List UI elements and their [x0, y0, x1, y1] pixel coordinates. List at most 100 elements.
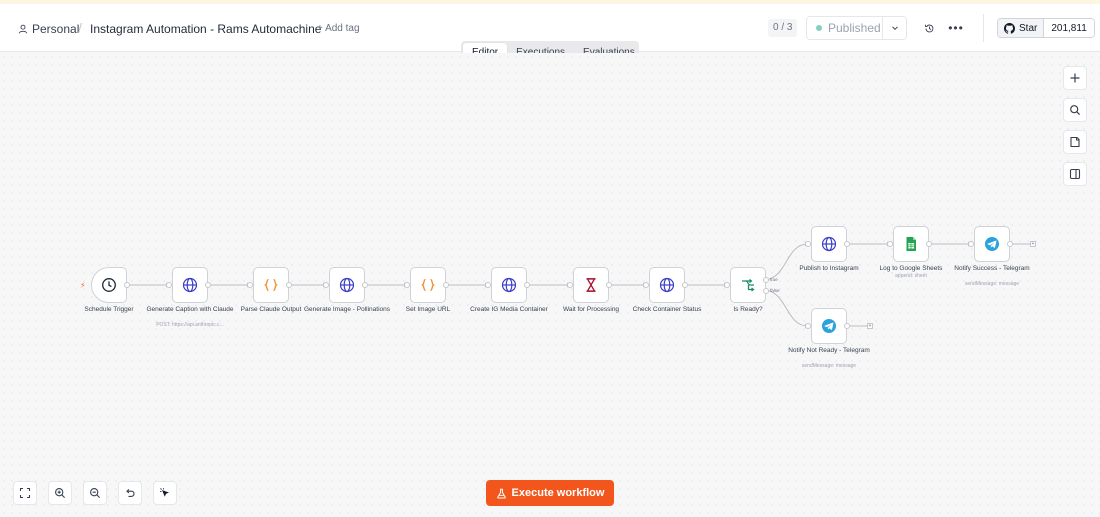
branch-icon	[742, 279, 755, 292]
step-counter[interactable]: 0 / 3	[768, 19, 798, 37]
chevron-down-icon[interactable]	[882, 17, 906, 39]
toggle-panel-button[interactable]	[1063, 162, 1087, 186]
node-set-image-url[interactable]	[410, 267, 446, 303]
branch-label-false: false	[770, 288, 780, 293]
telegram-icon	[985, 237, 999, 251]
input-port[interactable]	[805, 241, 811, 247]
output-port[interactable]	[524, 282, 530, 288]
status-dot	[816, 25, 822, 31]
undo-icon	[126, 489, 135, 497]
zoom-in-button[interactable]	[48, 481, 72, 505]
input-port[interactable]	[166, 282, 172, 288]
github-star-label: Star	[1019, 22, 1038, 34]
trigger-bolt-icon: ⚡	[80, 281, 86, 290]
header-divider	[983, 14, 984, 42]
node-schedule-trigger[interactable]	[91, 267, 127, 303]
github-star: Star	[998, 19, 1044, 37]
output-port[interactable]	[205, 282, 211, 288]
input-port[interactable]	[323, 282, 329, 288]
add-node-plus-icon[interactable]: +	[1030, 241, 1036, 247]
github-star-button[interactable]: Star 201,811	[997, 18, 1095, 38]
zoom-out-icon	[90, 488, 100, 498]
node-label: Schedule Trigger	[84, 306, 134, 313]
magic-cursor-icon	[160, 488, 169, 497]
output-port[interactable]	[844, 241, 850, 247]
input-port[interactable]	[404, 282, 410, 288]
user-icon	[18, 24, 28, 34]
node-parse-claude-output[interactable]	[253, 267, 289, 303]
hourglass-icon	[586, 278, 596, 292]
globe-icon	[501, 277, 517, 293]
top-accent-strip	[0, 0, 1100, 4]
zoom-out-button[interactable]	[83, 481, 107, 505]
history-icon[interactable]	[920, 19, 938, 37]
node-notify-not-ready-telegram[interactable]	[811, 308, 847, 344]
node-label: Publish to Instagram	[799, 265, 859, 272]
input-port[interactable]	[643, 282, 649, 288]
telegram-icon	[822, 319, 836, 333]
node-label: Create IG Media Container	[470, 306, 548, 313]
false-output-port[interactable]	[763, 288, 769, 294]
node-label: Generate Caption with Claude	[146, 306, 234, 313]
true-output-port[interactable]	[763, 277, 769, 283]
project-name: Personal	[32, 22, 80, 36]
input-port[interactable]	[724, 282, 730, 288]
input-port[interactable]	[567, 282, 573, 288]
breadcrumb-project[interactable]: Personal	[18, 22, 79, 36]
clock-icon	[102, 278, 116, 292]
execute-workflow-label: Execute workflow	[511, 487, 605, 499]
reset-zoom-button[interactable]	[118, 481, 142, 505]
globe-icon	[182, 277, 198, 293]
output-port[interactable]	[926, 241, 932, 247]
zoom-to-fit-button[interactable]	[13, 481, 37, 505]
github-star-count: 201,811	[1043, 19, 1094, 37]
add-node-button[interactable]	[1063, 66, 1087, 90]
input-port[interactable]	[805, 323, 811, 329]
sticky-note-button[interactable]	[1063, 130, 1087, 154]
output-port[interactable]	[124, 282, 130, 288]
add-node-plus-icon[interactable]: +	[867, 323, 873, 329]
node-subtitle: sendMessage: message	[964, 281, 1020, 287]
output-port[interactable]	[362, 282, 368, 288]
node-notify-success-telegram[interactable]	[974, 226, 1010, 262]
node-subtitle: append: sheet	[895, 273, 927, 279]
tidy-up-button[interactable]	[153, 481, 177, 505]
input-port[interactable]	[247, 282, 253, 288]
node-generate-caption[interactable]	[172, 267, 208, 303]
node-wait-for-processing[interactable]	[573, 267, 609, 303]
node-generate-image[interactable]	[329, 267, 365, 303]
google-sheets-icon	[906, 237, 916, 251]
output-port[interactable]	[1007, 241, 1013, 247]
output-port[interactable]	[682, 282, 688, 288]
node-log-to-google-sheets[interactable]	[893, 226, 929, 262]
node-create-ig-media-container[interactable]	[491, 267, 527, 303]
branch-label-true: true	[770, 277, 778, 282]
input-port[interactable]	[887, 241, 893, 247]
node-is-ready[interactable]	[730, 267, 766, 303]
node-label: Generate Image - Pollinations	[304, 306, 390, 313]
input-port[interactable]	[968, 241, 974, 247]
workflow-canvas[interactable]	[0, 53, 1100, 517]
flask-icon	[496, 488, 506, 498]
execute-workflow-button[interactable]: Execute workflow	[486, 480, 614, 506]
output-port[interactable]	[443, 282, 449, 288]
search-nodes-button[interactable]	[1063, 98, 1087, 122]
node-label: Notify Not Ready - Telegram	[788, 347, 870, 354]
fit-view-icon	[19, 487, 31, 499]
output-port[interactable]	[286, 282, 292, 288]
input-port[interactable]	[485, 282, 491, 288]
more-options-icon[interactable]: •••	[947, 19, 965, 37]
search-icon	[1070, 105, 1081, 116]
workflow-title[interactable]: Instagram Automation - Rams Automachine	[90, 22, 321, 36]
publish-status-button[interactable]: Published	[806, 16, 907, 40]
node-label: Set Image URL	[405, 306, 451, 313]
publish-status-label: Published	[828, 21, 881, 35]
add-tag-button[interactable]: + Add tag	[317, 23, 360, 34]
node-check-container-status[interactable]	[649, 267, 685, 303]
node-publish-to-instagram[interactable]	[811, 226, 847, 262]
output-port[interactable]	[844, 323, 850, 329]
globe-icon	[821, 236, 837, 252]
node-subtitle: sendMessage: message	[801, 363, 857, 369]
output-port[interactable]	[606, 282, 612, 288]
code-braces-icon	[421, 278, 435, 292]
